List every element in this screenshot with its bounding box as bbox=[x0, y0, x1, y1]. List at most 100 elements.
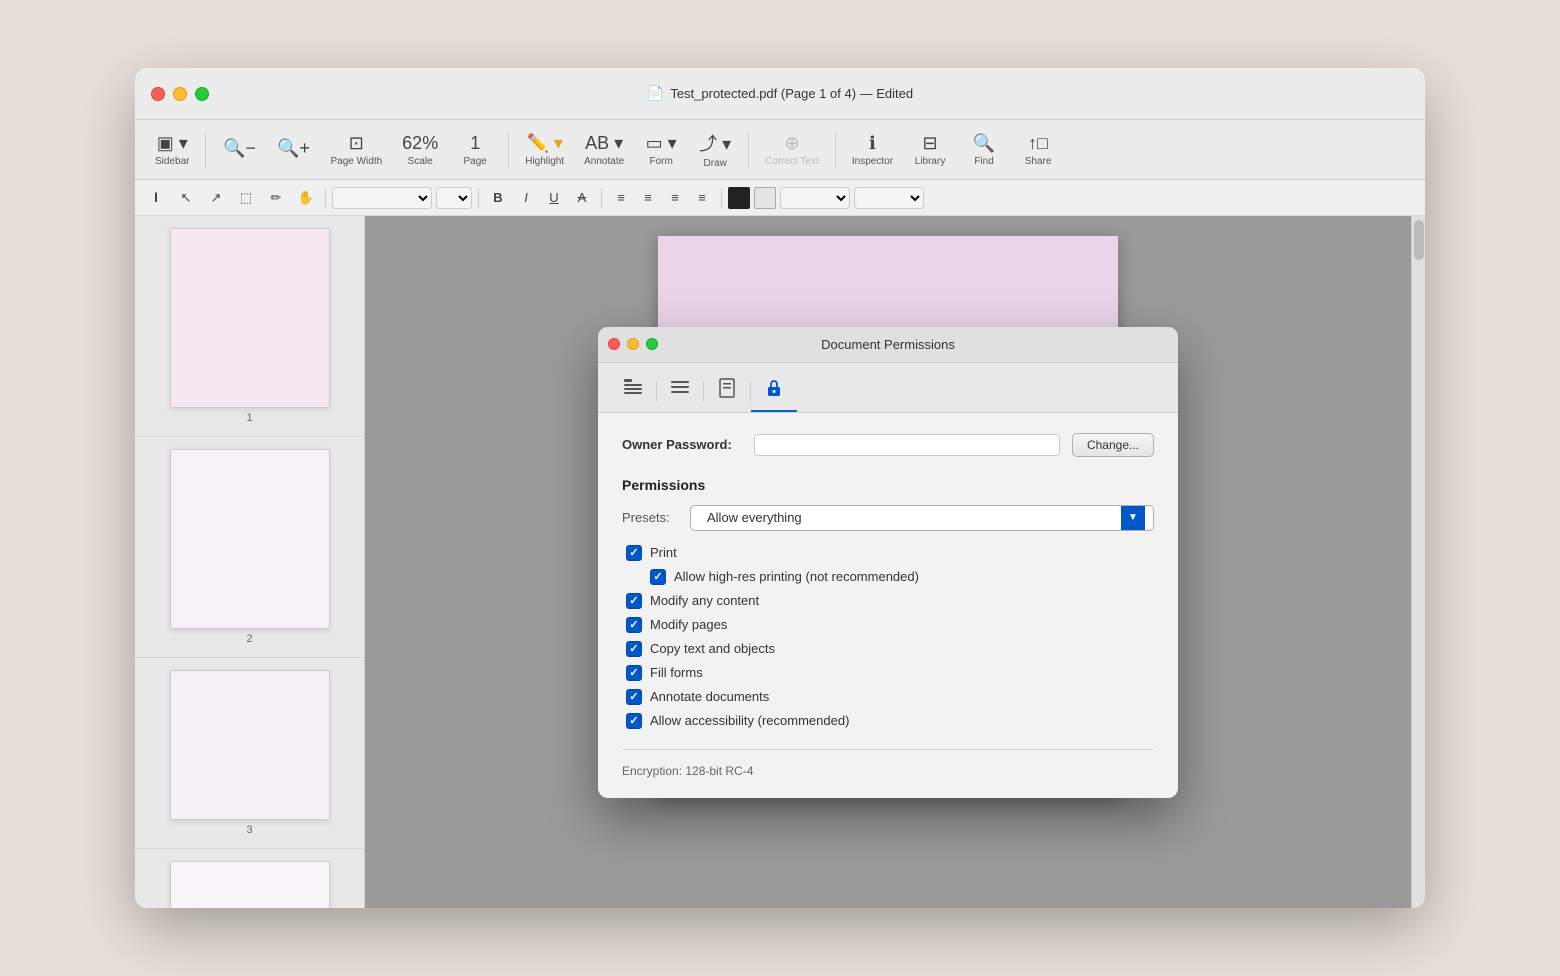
align-justify-btn[interactable]: ≡ bbox=[689, 185, 715, 211]
encryption-label: Encryption: 128-bit RC-4 bbox=[622, 764, 753, 778]
checkbox-print[interactable]: Print bbox=[626, 545, 1154, 561]
correct-text-icon: ⊕ bbox=[784, 133, 799, 154]
text-cursor-btn[interactable]: 𝐈 bbox=[143, 185, 169, 211]
stroke-width-select[interactable] bbox=[854, 187, 924, 209]
cb-copy-text-label: Copy text and objects bbox=[650, 641, 775, 656]
page-number-2: 2 bbox=[246, 633, 252, 645]
zoom-in-tool[interactable]: 🔍+ bbox=[268, 134, 318, 165]
sec-divider-4 bbox=[721, 188, 722, 208]
traffic-lights bbox=[151, 87, 209, 101]
strikethrough-btn[interactable]: A bbox=[569, 185, 595, 211]
zoom-out-tool[interactable]: 🔍− bbox=[214, 134, 264, 165]
scale-tool[interactable]: 62% Scale bbox=[394, 129, 446, 171]
correct-text-tool[interactable]: ⊕ Correct Text bbox=[757, 129, 827, 171]
cb-copy-text[interactable] bbox=[626, 641, 642, 657]
dialog-minimize-button[interactable] bbox=[627, 338, 639, 350]
change-button[interactable]: Change... bbox=[1072, 433, 1154, 457]
align-center-btn[interactable]: ≡ bbox=[635, 185, 661, 211]
maximize-button[interactable] bbox=[195, 87, 209, 101]
presets-value: Allow everything bbox=[699, 510, 1121, 525]
zoom-out-icon: 🔍− bbox=[223, 138, 256, 159]
align-right-btn[interactable]: ≡ bbox=[662, 185, 688, 211]
sidebar-page-3[interactable]: 3 bbox=[135, 658, 364, 849]
stroke-color-btn[interactable] bbox=[728, 187, 750, 209]
password-field[interactable] bbox=[754, 434, 1060, 456]
cb-high-res[interactable] bbox=[650, 569, 666, 585]
page-thumbnail-1 bbox=[170, 228, 330, 408]
inspector-tool[interactable]: ℹ Inspector bbox=[844, 129, 901, 171]
dialog-maximize-button[interactable] bbox=[646, 338, 658, 350]
draw-tool[interactable]: ⤴ ▾ Draw bbox=[690, 126, 740, 173]
presets-dropdown-arrow[interactable]: ▼ bbox=[1121, 505, 1145, 531]
cb-modify-pages-label: Modify pages bbox=[650, 617, 727, 632]
stamp-btn[interactable]: ✋ bbox=[293, 185, 319, 211]
main-toolbar: ▣ ▾ Sidebar 🔍− 🔍+ ⊡ Page Width 62% Scale… bbox=[135, 120, 1425, 180]
checkbox-modify-pages[interactable]: Modify pages bbox=[626, 617, 1154, 633]
rect-select-btn[interactable]: ⬚ bbox=[233, 185, 259, 211]
checkbox-modify-content[interactable]: Modify any content bbox=[626, 593, 1154, 609]
stroke-style-select[interactable] bbox=[780, 187, 850, 209]
tab-metadata[interactable] bbox=[610, 371, 656, 412]
right-scrollbar[interactable] bbox=[1411, 216, 1425, 908]
cb-modify-pages[interactable] bbox=[626, 617, 642, 633]
font-size-select[interactable] bbox=[436, 187, 472, 209]
checkbox-high-res-print[interactable]: Allow high-res printing (not recommended… bbox=[650, 569, 1154, 585]
cb-print[interactable] bbox=[626, 545, 642, 561]
align-left-btn[interactable]: ≡ bbox=[608, 185, 634, 211]
font-family-select[interactable] bbox=[332, 187, 432, 209]
cb-fill-forms[interactable] bbox=[626, 665, 642, 681]
form-label: Form bbox=[650, 156, 673, 167]
page-width-tool[interactable]: ⊡ Page Width bbox=[322, 129, 390, 171]
markup-btn[interactable]: ✏ bbox=[263, 185, 289, 211]
checkbox-fill-forms[interactable]: Fill forms bbox=[626, 665, 1154, 681]
share-tool[interactable]: ↑□ Share bbox=[1013, 129, 1063, 171]
find-tool[interactable]: 🔍 Find bbox=[959, 129, 1009, 171]
scale-value: 62% bbox=[402, 133, 438, 154]
page-tool[interactable]: 1 Page bbox=[450, 129, 500, 171]
tab-security[interactable] bbox=[751, 371, 797, 412]
minimize-button[interactable] bbox=[173, 87, 187, 101]
form-tool[interactable]: ▭ ▾ Form bbox=[636, 129, 686, 171]
page-value: 1 bbox=[470, 133, 480, 154]
select-btn[interactable]: ↖ bbox=[173, 185, 199, 211]
underline-btn[interactable]: U bbox=[541, 185, 567, 211]
secondary-toolbar: 𝐈 ↖ ↗ ⬚ ✏ ✋ B I U A ≡ ≡ ≡ ≡ bbox=[135, 180, 1425, 216]
checkbox-accessibility[interactable]: Allow accessibility (recommended) bbox=[626, 713, 1154, 729]
bold-btn[interactable]: B bbox=[485, 185, 511, 211]
tab-list[interactable] bbox=[657, 371, 703, 412]
checkbox-annotate[interactable]: Annotate documents bbox=[626, 689, 1154, 705]
right-scroll-thumb[interactable] bbox=[1414, 220, 1424, 260]
presets-select[interactable]: Allow everything ▼ bbox=[690, 505, 1154, 531]
italic-btn[interactable]: I bbox=[513, 185, 539, 211]
share-icon: ↑□ bbox=[1028, 133, 1048, 154]
annotate-tool[interactable]: AB ▾ Annotate bbox=[576, 129, 632, 171]
dialog-tabs bbox=[598, 363, 1178, 413]
sidebar-tool[interactable]: ▣ ▾ Sidebar bbox=[147, 129, 197, 171]
cb-accessibility-label: Allow accessibility (recommended) bbox=[650, 713, 849, 728]
sidebar-page-4[interactable]: 4 bbox=[135, 849, 364, 908]
checkbox-copy-text[interactable]: Copy text and objects bbox=[626, 641, 1154, 657]
correct-text-label: Correct Text bbox=[765, 156, 819, 167]
dialog-body: Owner Password: Change... Permissions Pr… bbox=[598, 413, 1178, 798]
page-width-icon: ⊡ bbox=[349, 133, 364, 154]
annotate-icon: AB ▾ bbox=[585, 133, 623, 154]
sidebar-page-2[interactable]: 2 bbox=[135, 437, 364, 658]
presets-label: Presets: bbox=[622, 510, 682, 525]
arrow-select-btn[interactable]: ↗ bbox=[203, 185, 229, 211]
highlight-tool[interactable]: ✏️ ▾ Highlight bbox=[517, 129, 572, 171]
dialog-close-button[interactable] bbox=[608, 338, 620, 350]
sidebar-page-1[interactable]: 1 bbox=[135, 216, 364, 437]
close-button[interactable] bbox=[151, 87, 165, 101]
find-icon: 🔍 bbox=[973, 133, 995, 154]
cb-annotate[interactable] bbox=[626, 689, 642, 705]
cb-accessibility[interactable] bbox=[626, 713, 642, 729]
fill-color-btn[interactable] bbox=[754, 187, 776, 209]
library-tool[interactable]: ⊟ Library bbox=[905, 129, 955, 171]
sidebar-icon: ▣ ▾ bbox=[157, 133, 188, 154]
pdf-content-area: Document Permissions bbox=[365, 216, 1411, 908]
cb-modify-content[interactable] bbox=[626, 593, 642, 609]
sec-divider-1 bbox=[325, 188, 326, 208]
window-title: Test_protected.pdf (Page 1 of 4) — Edite… bbox=[670, 86, 913, 101]
document-permissions-dialog: Document Permissions bbox=[598, 327, 1178, 798]
tab-page[interactable] bbox=[704, 371, 750, 412]
